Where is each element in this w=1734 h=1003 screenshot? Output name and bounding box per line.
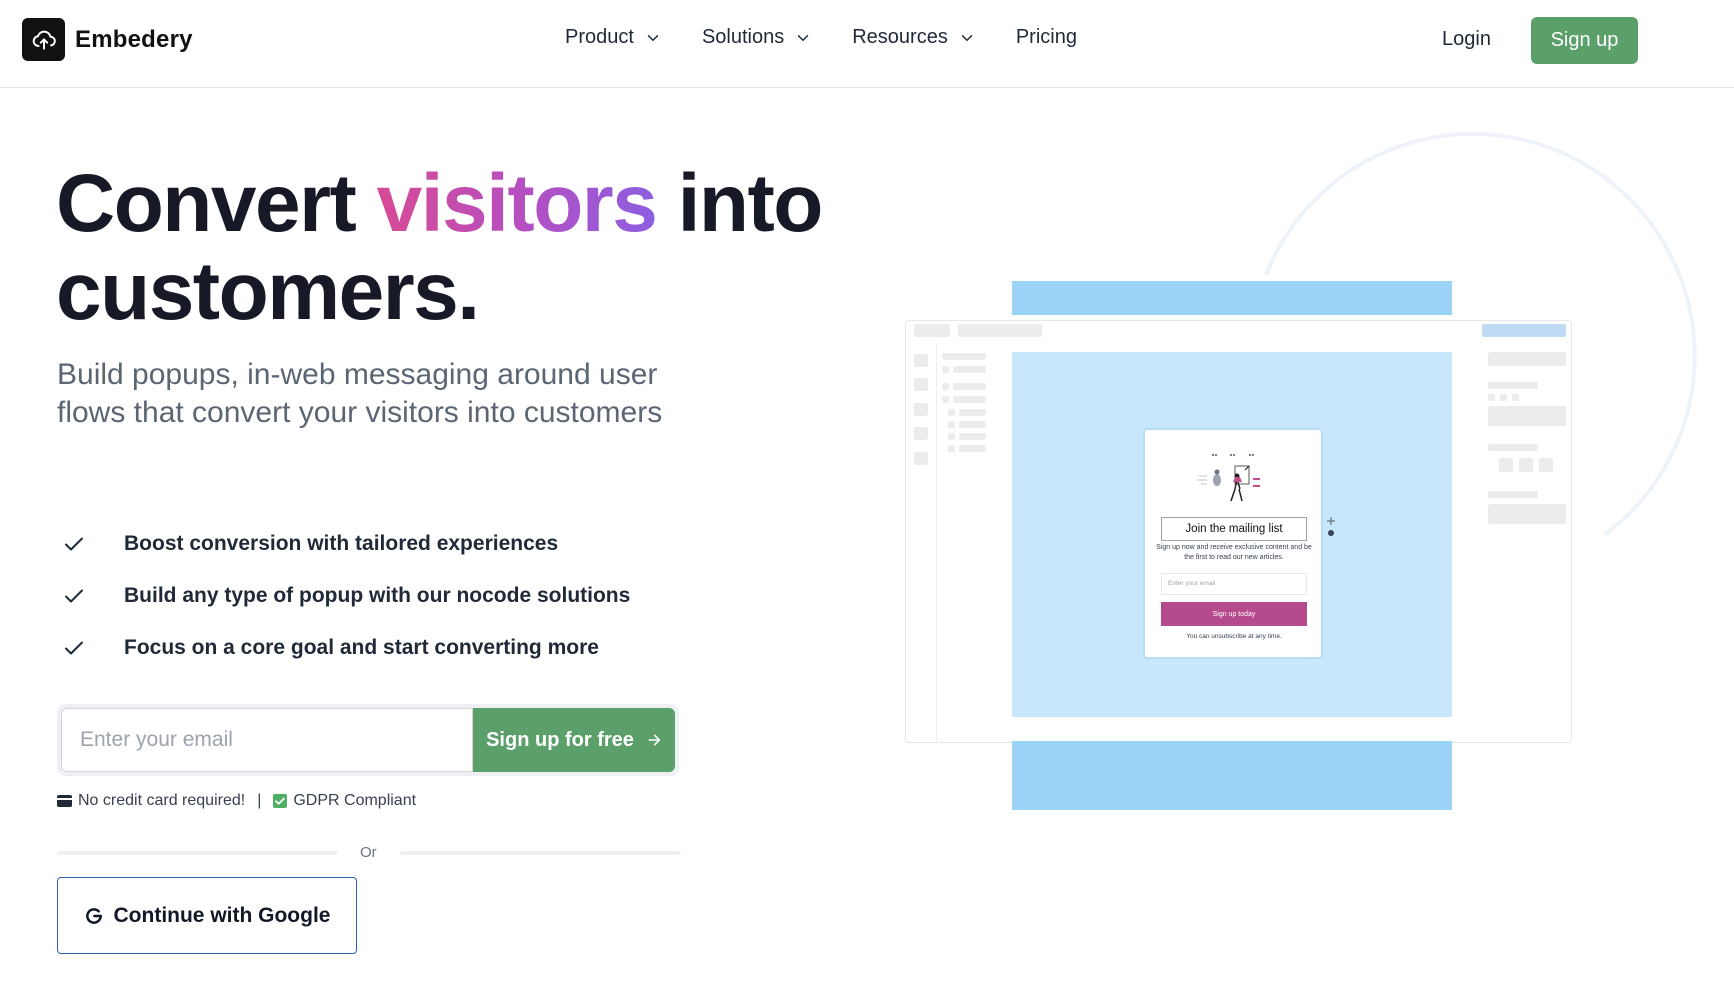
placeholder-bar — [1488, 382, 1538, 389]
google-g-icon — [85, 907, 102, 924]
arrow-right-icon — [648, 734, 661, 746]
placeholder-bar — [942, 353, 986, 360]
popup-email-field: Enter your email — [1161, 573, 1307, 595]
google-button-label: Continue with Google — [113, 903, 331, 927]
placeholder-bar — [1539, 458, 1553, 472]
placeholder-bar — [953, 396, 986, 403]
placeholder-bar — [958, 324, 1042, 337]
continue-with-google-button[interactable]: Continue with Google — [57, 877, 357, 954]
nav-item-label: Pricing — [1015, 26, 1077, 48]
placeholder-bar — [1488, 394, 1495, 401]
illustration-banner-bottom — [1012, 741, 1452, 810]
or-divider: Or — [57, 843, 681, 863]
feature-text: Boost conversion with tailored experienc… — [124, 532, 559, 555]
or-text: Or — [360, 844, 377, 861]
placeholder-bar — [1500, 394, 1507, 401]
brand-logo[interactable]: Embedery — [22, 18, 193, 61]
feature-item: Build any type of popup with our nocode … — [62, 570, 630, 622]
placeholder-bar — [1488, 444, 1538, 451]
placeholder-bar — [959, 445, 986, 452]
feature-text: Build any type of popup with our nocode … — [124, 584, 631, 607]
main-nav: Product Solutions Resources Pricing — [565, 26, 1117, 49]
nav-item-label: Product — [565, 26, 634, 48]
placeholder-bar — [914, 403, 928, 416]
placeholder-bar — [959, 433, 986, 440]
gdpr-text: GDPR Compliant — [293, 792, 417, 809]
check-icon — [65, 537, 83, 551]
placeholder-bar — [914, 354, 928, 367]
popup-preview: Join the mailing list Sign up now and re… — [1143, 428, 1323, 659]
popup-description: Sign up now and receive exclusive conten… — [1156, 544, 1312, 561]
sidebar-divider — [936, 343, 937, 743]
signup-free-label: Sign up for free — [486, 728, 634, 751]
headline-part-1: Convert — [56, 158, 377, 249]
nav-item-resources[interactable]: Resources — [852, 26, 976, 49]
placeholder-bar — [1488, 406, 1566, 426]
check-icon — [65, 641, 83, 655]
no-card-text: No credit card required! — [78, 792, 246, 809]
divider-line — [57, 851, 338, 855]
placeholder-bar — [1488, 504, 1566, 524]
placeholder-bar — [914, 427, 928, 440]
placeholder-bar — [948, 421, 955, 428]
placeholder-bar — [1482, 324, 1566, 337]
email-input[interactable] — [61, 708, 473, 772]
feature-item: Focus on a core goal and start convertin… — [62, 622, 630, 674]
placeholder-bar — [1519, 458, 1533, 472]
nav-item-label: Resources — [852, 26, 948, 48]
feature-item: Boost conversion with tailored experienc… — [62, 518, 630, 570]
person-illustration-icon — [1197, 454, 1260, 502]
email-signup-form: Sign up for free — [57, 704, 679, 776]
placeholder-bar — [1499, 458, 1513, 472]
trust-badges: No credit card required! | GDPR Complian… — [57, 792, 416, 810]
hero-subheadline: Build popups, in-web messaging around us… — [57, 358, 663, 429]
placeholder-bar — [953, 366, 986, 373]
placeholder-bar — [914, 378, 928, 391]
feature-text: Focus on a core goal and start convertin… — [124, 636, 599, 659]
hero-headline: Convert visitors into customers. — [56, 160, 876, 336]
product-illustration: Join the mailing list Sign up now and re… — [900, 120, 1700, 840]
check-icon — [65, 589, 83, 603]
nav-item-product[interactable]: Product — [565, 26, 662, 49]
login-link[interactable]: Login — [1442, 28, 1491, 51]
placeholder-bar — [1488, 491, 1538, 498]
popup-title: Join the mailing list — [1161, 517, 1307, 541]
trust-separator: | — [257, 792, 262, 809]
placeholder-bar — [1512, 394, 1519, 401]
placeholder-bar — [948, 409, 955, 416]
chevron-down-icon — [647, 34, 659, 41]
popup-signup-button: Sign up today — [1161, 602, 1307, 626]
placeholder-bar — [948, 445, 955, 452]
checkbox-checked-icon — [273, 794, 288, 808]
nav-item-solutions[interactable]: Solutions — [702, 26, 812, 49]
chevron-down-icon — [797, 34, 809, 41]
site-header: Embedery Product Solutions Resources Pri… — [0, 0, 1734, 88]
placeholder-bar — [914, 452, 928, 465]
feature-list: Boost conversion with tailored experienc… — [62, 518, 630, 674]
placeholder-bar — [948, 433, 955, 440]
placeholder-bar — [914, 324, 950, 337]
chevron-down-icon — [961, 34, 973, 41]
placeholder-bar — [942, 366, 949, 373]
nav-item-label: Solutions — [701, 26, 785, 48]
illustration-banner-top — [1012, 281, 1452, 315]
placeholder-bar — [959, 409, 986, 416]
popup-footer: You can unsubscribe at any time. — [1186, 633, 1282, 640]
headline-highlight: visitors — [376, 158, 658, 249]
credit-card-icon — [57, 795, 72, 807]
divider-line — [400, 851, 681, 855]
placeholder-bar — [1488, 352, 1566, 366]
placeholder-bar — [942, 383, 949, 390]
placeholder-bar — [953, 383, 986, 390]
signup-button[interactable]: Sign up — [1531, 17, 1638, 64]
editor-handle-icon — [1327, 517, 1335, 536]
cloud-upload-icon — [22, 18, 65, 61]
nav-item-pricing[interactable]: Pricing — [1016, 26, 1077, 49]
placeholder-bar — [942, 396, 949, 403]
signup-free-button[interactable]: Sign up for free — [473, 708, 675, 772]
brand-name: Embedery — [75, 25, 193, 53]
placeholder-bar — [959, 421, 986, 428]
